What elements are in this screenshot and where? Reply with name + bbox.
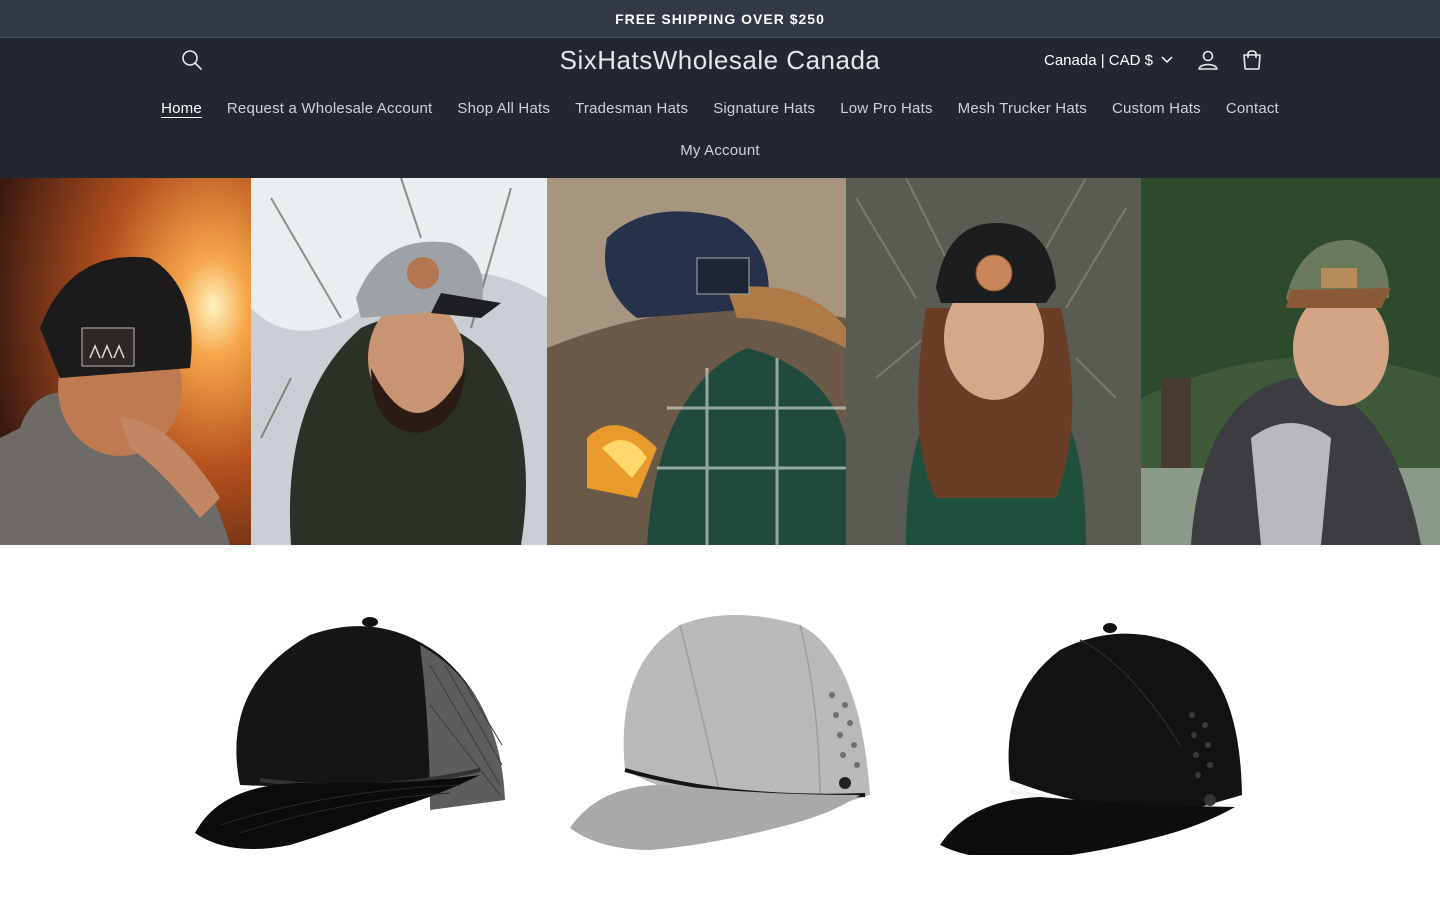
black-mesh-trucker-hat-image <box>195 617 505 849</box>
grey-rope-hat-image <box>570 615 870 850</box>
nav-item-custom-hats[interactable]: Custom Hats <box>1099 94 1213 123</box>
product-card-mesh-trucker[interactable] <box>180 595 520 855</box>
product-grid <box>0 545 1440 900</box>
nav-item-my-account[interactable]: My Account <box>668 136 773 165</box>
nav-item-low-pro-hats[interactable]: Low Pro Hats <box>828 94 945 123</box>
nav-item-mesh-trucker-hats[interactable]: Mesh Trucker Hats <box>945 94 1099 123</box>
nav-item-shop-all-hats[interactable]: Shop All Hats <box>445 94 563 123</box>
search-button[interactable] <box>176 44 208 76</box>
nav-item-contact[interactable]: Contact <box>1213 94 1291 123</box>
nav-item-request-wholesale-account[interactable]: Request a Wholesale Account <box>214 94 445 123</box>
banner-photo-campfire-man <box>547 178 846 545</box>
banner-photo-green-cap-man <box>1141 178 1440 545</box>
main-nav: Home Request a Wholesale Account Shop Al… <box>0 94 1440 123</box>
product-card-grey-rope-hat[interactable] <box>560 595 900 855</box>
banner-photo-sunset-man <box>0 178 251 545</box>
announcement-text: FREE SHIPPING OVER $250 <box>615 10 825 27</box>
currency-selector[interactable]: Canada | CAD $ <box>1044 46 1173 74</box>
currency-label: Canada | CAD $ <box>1044 51 1153 69</box>
hero-banner[interactable] <box>0 178 1440 545</box>
black-rope-hat-image <box>940 623 1242 860</box>
cart-button[interactable] <box>1236 44 1268 76</box>
secondary-nav: My Account <box>0 136 1440 165</box>
product-card-black-rope-hat[interactable] <box>930 595 1270 860</box>
user-icon <box>1198 50 1218 70</box>
account-button[interactable] <box>1192 44 1224 76</box>
cart-icon <box>1243 50 1261 70</box>
nav-item-signature-hats[interactable]: Signature Hats <box>701 94 828 123</box>
announcement-bar: FREE SHIPPING OVER $250 <box>0 0 1440 38</box>
site-title[interactable]: SixHatsWholesale Canada <box>420 42 1020 78</box>
banner-photo-snow-man <box>251 178 547 545</box>
nav-item-home[interactable]: Home <box>149 94 215 123</box>
banner-photo-woman <box>846 178 1141 545</box>
search-icon <box>182 50 202 70</box>
nav-item-tradesman-hats[interactable]: Tradesman Hats <box>563 94 701 123</box>
chevron-down-icon <box>1161 56 1173 64</box>
site-header: SixHatsWholesale Canada Canada | CAD $ H… <box>0 38 1440 178</box>
